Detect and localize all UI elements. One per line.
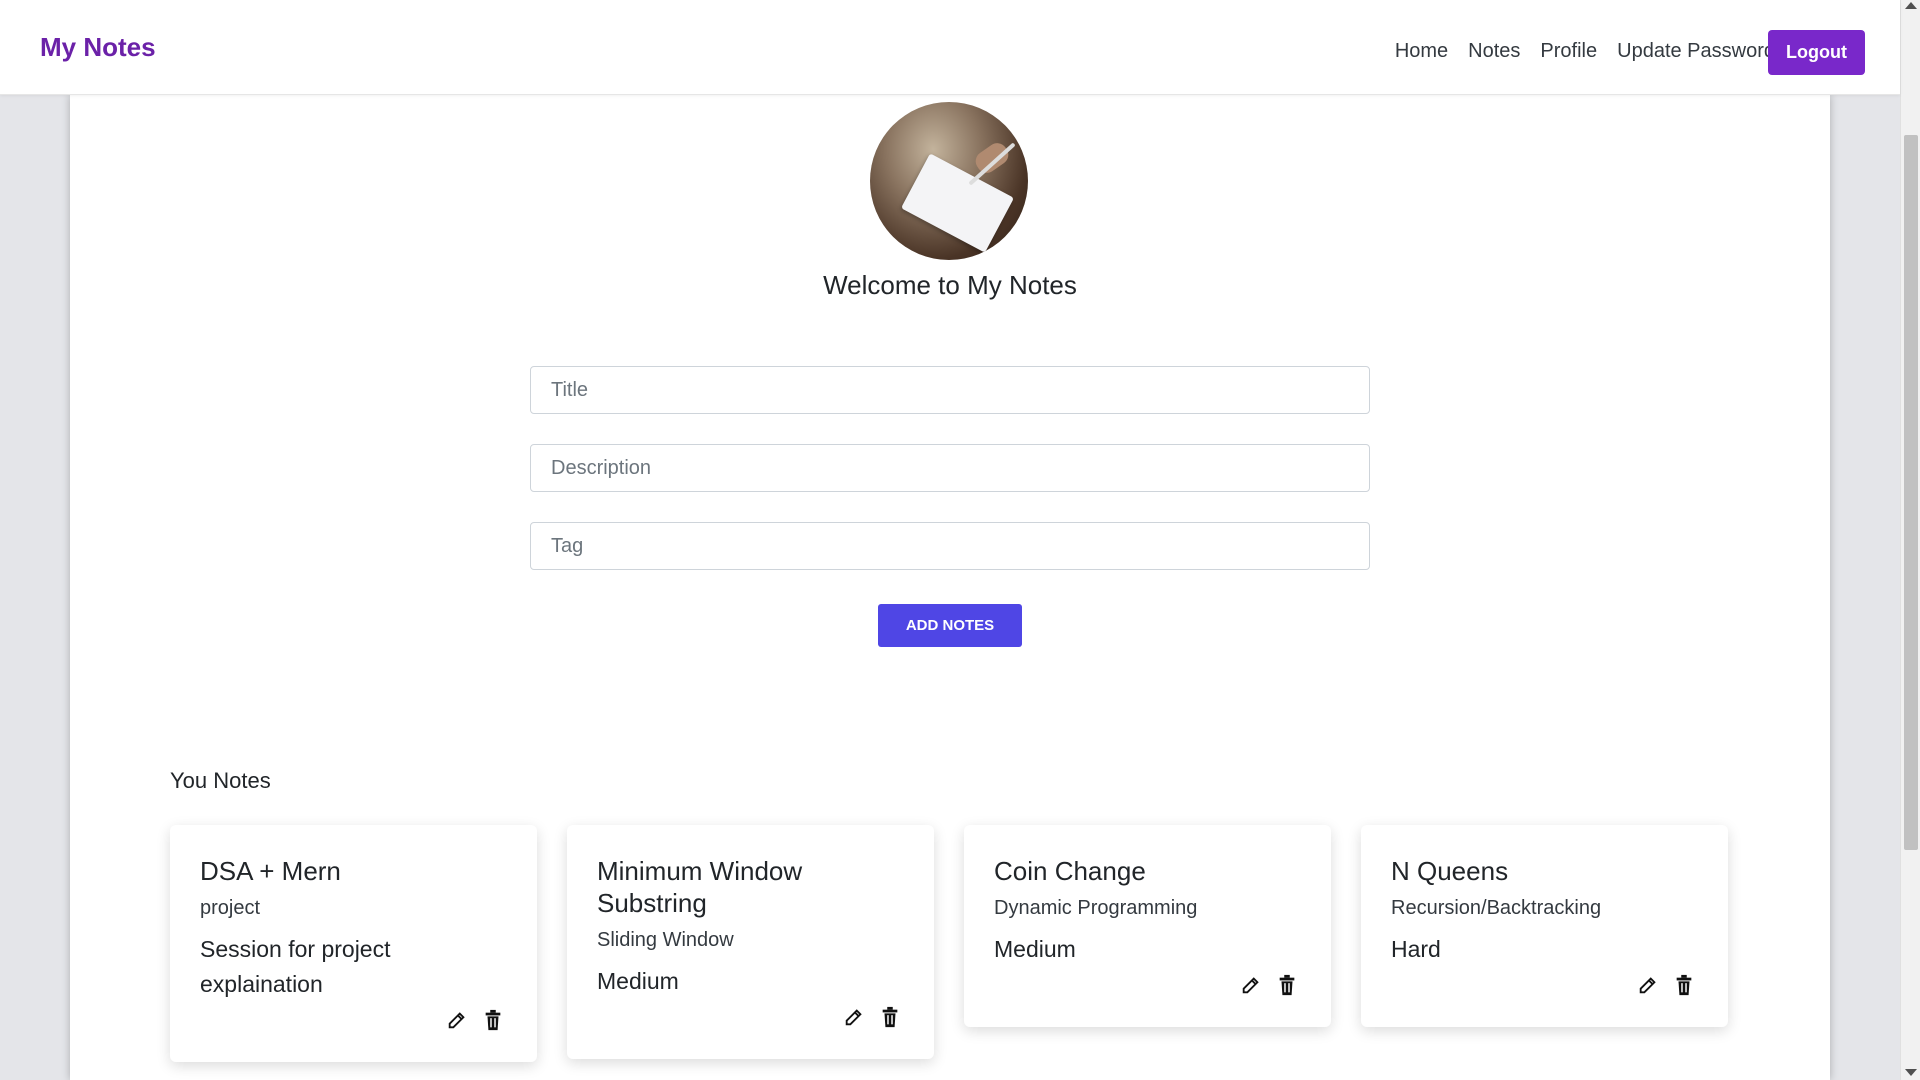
nav-links: Home Notes Profile Update Password <box>1395 40 1775 63</box>
edit-icon[interactable] <box>842 1005 866 1029</box>
notes-section-heading: You Notes <box>170 768 271 793</box>
hand-shape <box>971 139 1013 177</box>
edit-icon[interactable] <box>445 1008 469 1032</box>
nav-link-home[interactable]: Home <box>1395 40 1448 63</box>
note-tag: Sliding Window <box>597 929 734 951</box>
page-scrollbar[interactable] <box>1900 0 1920 1080</box>
note-description: Medium <box>994 936 1076 962</box>
main-container: Welcome to My Notes ADD NOTES You Notes … <box>70 95 1830 1080</box>
note-actions <box>597 1005 904 1029</box>
edit-icon[interactable] <box>1239 973 1263 997</box>
edit-icon[interactable] <box>1636 973 1660 997</box>
description-input[interactable] <box>530 444 1370 492</box>
notes-avatar-image <box>870 102 1028 260</box>
navbar: My Notes Home Notes Profile Update Passw… <box>0 0 1900 95</box>
scroll-up-icon[interactable] <box>1905 2 1917 9</box>
nav-link-update-password[interactable]: Update Password <box>1617 40 1775 63</box>
note-actions <box>1391 973 1698 997</box>
note-description: Session for project explaination <box>200 936 391 997</box>
trash-icon[interactable] <box>481 1008 505 1032</box>
note-title: Minimum Window Substring <box>597 856 803 918</box>
add-notes-button[interactable]: ADD NOTES <box>878 604 1022 647</box>
note-actions <box>200 1008 507 1032</box>
scrollbar-thumb[interactable] <box>1904 135 1918 850</box>
note-title: N Queens <box>1391 856 1509 886</box>
note-tag: Dynamic Programming <box>994 897 1198 919</box>
note-actions <box>994 973 1301 997</box>
note-title: Coin Change <box>994 856 1146 886</box>
title-input[interactable] <box>530 366 1370 414</box>
trash-icon[interactable] <box>1672 973 1696 997</box>
nav-link-profile[interactable]: Profile <box>1540 40 1597 63</box>
brand-logo[interactable]: My Notes <box>40 32 156 63</box>
note-card: Minimum Window Substring Sliding Window … <box>567 825 934 1059</box>
trash-icon[interactable] <box>878 1005 902 1029</box>
note-description: Medium <box>597 968 679 994</box>
note-tag: Recursion/Backtracking <box>1391 897 1602 919</box>
note-description: Hard <box>1391 936 1441 962</box>
nav-link-notes[interactable]: Notes <box>1468 40 1520 63</box>
logout-button[interactable]: Logout <box>1768 30 1865 75</box>
note-card: N Queens Recursion/Backtracking Hard <box>1361 825 1728 1027</box>
note-tag: project <box>200 897 261 919</box>
note-title: DSA + Mern <box>200 856 341 886</box>
tag-input[interactable] <box>530 522 1370 570</box>
note-card: Coin Change Dynamic Programming Medium <box>964 825 1331 1027</box>
scroll-down-icon[interactable] <box>1905 1069 1917 1076</box>
welcome-heading: Welcome to My Notes <box>823 270 1077 300</box>
note-card: DSA + Mern project Session for project e… <box>170 825 537 1062</box>
trash-icon[interactable] <box>1275 973 1299 997</box>
notebook-paper-shape <box>901 153 1014 253</box>
